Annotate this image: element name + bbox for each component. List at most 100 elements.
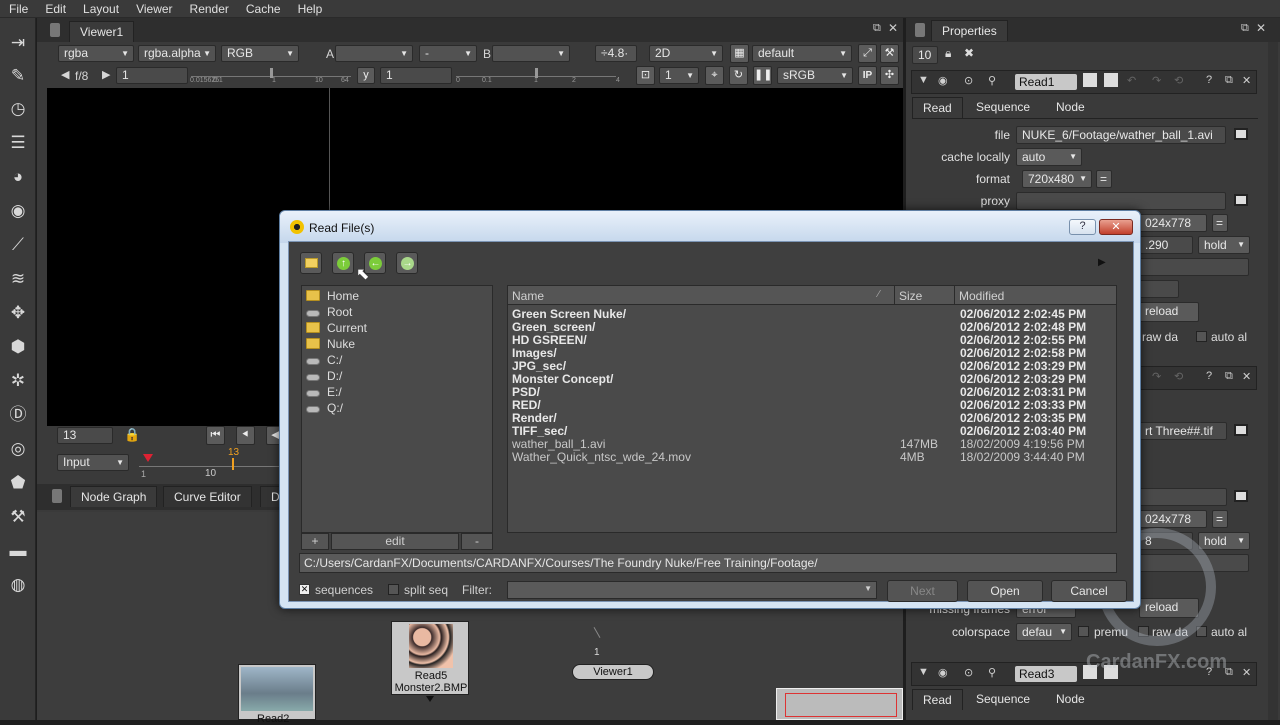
- read1-tab-sequence[interactable]: Sequence: [966, 97, 1040, 117]
- node-color-icon[interactable]: ⚲: [988, 74, 996, 87]
- column-modified[interactable]: Modified: [959, 289, 1004, 303]
- missing-frames-field[interactable]: [1139, 280, 1179, 298]
- place-item[interactable]: Q:/: [306, 400, 343, 416]
- split-seq-checkbox[interactable]: [388, 584, 399, 595]
- forward-button[interactable]: →: [396, 252, 418, 274]
- lut-select[interactable]: default ▼: [752, 45, 852, 62]
- tab-properties[interactable]: Properties: [931, 20, 1008, 41]
- open-button[interactable]: Open: [967, 580, 1043, 602]
- close-panel-icon[interactable]: ✕: [888, 21, 898, 35]
- place-item[interactable]: Current: [306, 320, 367, 336]
- help-icon[interactable]: ?: [1206, 370, 1212, 382]
- tab-curve-editor[interactable]: Curve Editor: [163, 486, 252, 507]
- gain-field[interactable]: 1: [116, 67, 188, 84]
- float-icon[interactable]: ⧉: [1225, 370, 1233, 383]
- proxy-browse-icon[interactable]: [1234, 194, 1248, 206]
- color-swatch-icon[interactable]: [1083, 73, 1097, 87]
- ip-button[interactable]: IP: [858, 66, 877, 85]
- draw-tools-icon[interactable]: ✎: [7, 65, 29, 87]
- read2-node[interactable]: Read2: [238, 664, 316, 725]
- frame-range-field[interactable]: .290: [1139, 236, 1193, 254]
- format-edit-button[interactable]: =: [1096, 170, 1112, 188]
- in-point-marker[interactable]: [143, 454, 153, 462]
- collapse-icon[interactable]: ▼: [918, 666, 929, 678]
- roi-icon[interactable]: ⌖: [705, 66, 724, 85]
- menu-edit[interactable]: Edit: [36, 2, 74, 16]
- place-item[interactable]: D:/: [306, 368, 342, 384]
- format-select[interactable]: 720x480 ▼: [1022, 170, 1092, 188]
- alpha-select[interactable]: rgba.alpha ▼: [138, 45, 216, 62]
- read2-proxy-edit[interactable]: =: [1212, 510, 1228, 528]
- clear-panels-icon[interactable]: ✖: [964, 46, 974, 60]
- max-panels-field[interactable]: 10: [912, 46, 938, 64]
- timeline-ruler[interactable]: [139, 466, 279, 467]
- gamma-y-label[interactable]: y: [357, 67, 375, 84]
- downrez-select[interactable]: 1 ▼: [659, 67, 699, 84]
- add-place-button[interactable]: +: [301, 533, 329, 550]
- new-folder-button[interactable]: [300, 252, 322, 274]
- float-icon[interactable]: ⧉: [1225, 74, 1233, 87]
- tab-viewer1[interactable]: Viewer1: [69, 21, 135, 42]
- auto-alpha-checkbox[interactable]: [1196, 331, 1207, 342]
- dialog-titlebar[interactable]: Read File(s) ? ✕: [280, 211, 1140, 243]
- before-hold-select[interactable]: hold ▼: [1198, 236, 1250, 254]
- colorspace-select[interactable]: sRGB ▼: [777, 67, 853, 84]
- revert-icon[interactable]: ⟲: [1174, 74, 1183, 87]
- cancel-button[interactable]: Cancel: [1051, 580, 1127, 602]
- tools-icon[interactable]: ⚒: [880, 44, 899, 63]
- read1-reload-button[interactable]: reload: [1139, 302, 1199, 322]
- channel-tools-icon[interactable]: ☰: [7, 132, 29, 154]
- read3-tab-sequence[interactable]: Sequence: [966, 689, 1040, 709]
- colorspace-select[interactable]: defau ▼: [1016, 623, 1072, 641]
- undo-icon[interactable]: ↶: [1127, 74, 1136, 87]
- particles-tools-icon[interactable]: ✲: [7, 370, 29, 392]
- b-input-select[interactable]: ▼: [492, 45, 570, 62]
- read2-proxy-browse-icon[interactable]: [1234, 490, 1248, 502]
- plugins-tools-icon[interactable]: ◍: [7, 574, 29, 596]
- center-icon[interactable]: ⊙: [964, 666, 973, 679]
- up-button[interactable]: ↑: [332, 252, 354, 274]
- redo-icon[interactable]: ↷: [1152, 370, 1161, 383]
- place-item[interactable]: Home: [306, 288, 359, 304]
- pause-icon[interactable]: ❚❚: [753, 66, 772, 85]
- lock-properties-icon[interactable]: 🔒︎: [945, 46, 951, 61]
- revert-icon[interactable]: ⟲: [1174, 370, 1183, 383]
- path-field[interactable]: C:/Users/CardanFX/Documents/CARDANFX/Cou…: [299, 553, 1117, 573]
- read1-tab-read[interactable]: Read: [912, 97, 963, 118]
- close-icon[interactable]: ✕: [1242, 74, 1251, 87]
- panel-menu-icon[interactable]: [50, 23, 60, 37]
- sequences-checkbox[interactable]: ✕: [299, 584, 310, 595]
- float-panel-icon[interactable]: ⧉: [1241, 22, 1249, 35]
- file-browse-icon[interactable]: [1234, 128, 1248, 140]
- menu-help[interactable]: Help: [289, 2, 331, 16]
- cache-select[interactable]: auto ▼: [1016, 148, 1082, 166]
- remove-place-button[interactable]: -: [461, 533, 493, 550]
- read2-hold-select[interactable]: hold ▼: [1198, 532, 1250, 550]
- menu-render[interactable]: Render: [181, 2, 237, 16]
- place-item[interactable]: E:/: [306, 384, 342, 400]
- input-select[interactable]: Input ▼: [57, 454, 129, 471]
- read5-node[interactable]: Read5 Monster2.BMP: [391, 621, 469, 695]
- zoom-select[interactable]: ÷4.8·: [595, 45, 637, 62]
- furnace-tools-icon[interactable]: ▬: [7, 540, 29, 562]
- read3-tab-read[interactable]: Read: [912, 689, 963, 710]
- read3-tab-node[interactable]: Node: [1046, 689, 1095, 709]
- viewer-toggle-icon[interactable]: ◉: [938, 666, 948, 679]
- close-icon[interactable]: ✕: [1242, 666, 1251, 679]
- edit-place-button[interactable]: edit: [331, 533, 459, 550]
- column-size[interactable]: Size: [899, 289, 922, 303]
- close-button[interactable]: ✕: [1099, 219, 1133, 235]
- read2-proxy-format[interactable]: 024x778: [1139, 510, 1207, 528]
- read2-proxy-field[interactable]: [1139, 488, 1227, 506]
- preview-expand-icon[interactable]: ▶: [1098, 257, 1106, 268]
- place-item[interactable]: C:/: [306, 352, 342, 368]
- collapse-icon[interactable]: ▼: [918, 74, 929, 86]
- other-tools-icon[interactable]: ⚒: [7, 506, 29, 528]
- node-color-icon[interactable]: ⚲: [988, 666, 996, 679]
- gamma-field[interactable]: 1: [380, 67, 452, 84]
- filter-select[interactable]: ▼: [507, 581, 877, 599]
- minimap-viewport[interactable]: [785, 693, 897, 717]
- frame-field[interactable]: 13: [57, 427, 113, 444]
- crosshair-icon[interactable]: ✣: [880, 66, 899, 85]
- properties-scrollbar[interactable]: [1268, 42, 1278, 720]
